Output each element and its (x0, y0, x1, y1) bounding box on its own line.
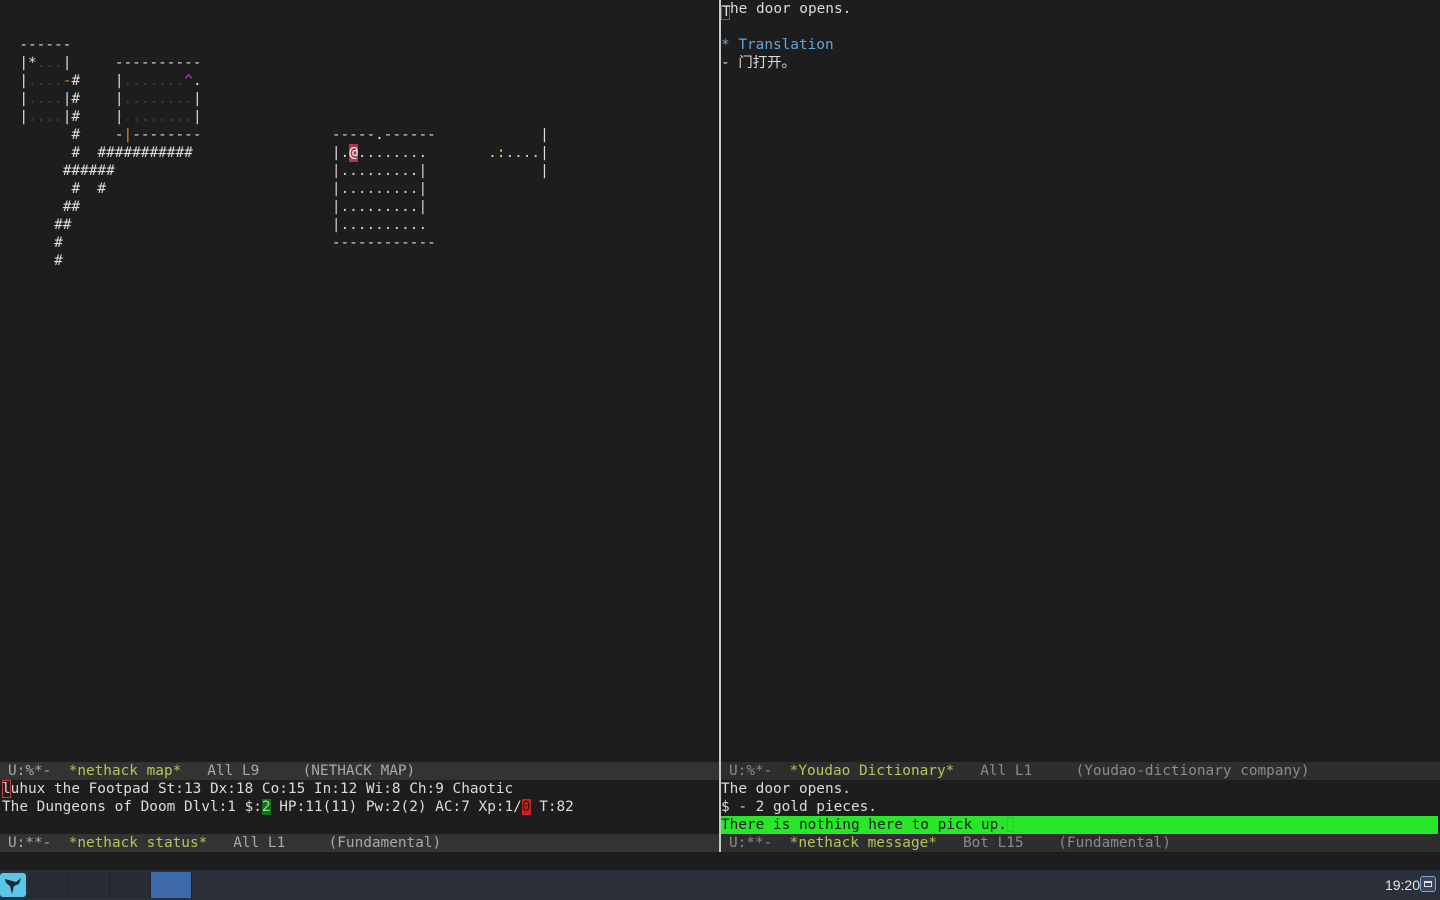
modeline-buffer-name[interactable]: *nethack map* (69, 763, 182, 779)
map-tile-run: |.......... (331, 217, 428, 233)
nethack-map-window[interactable]: ------ |*... | ---------- |.... - # |....... ^. |… (0, 0, 719, 762)
map-tile-run: . (192, 73, 202, 89)
map-tile-run: |.........| (331, 163, 428, 179)
map-tile-run: ........ (357, 145, 428, 161)
workspace-1[interactable] (28, 872, 69, 898)
map-tile-run: ........ (123, 109, 193, 125)
map-tile-run: ## (62, 199, 81, 215)
map-tile-run: # (71, 73, 81, 89)
text-cursor: T (721, 4, 731, 20)
map-tile-run: | (192, 109, 202, 125)
map-tile-run: - (62, 73, 72, 89)
window-icon (1424, 881, 1432, 887)
map-tile-run: # # (71, 181, 107, 197)
modeline-state: U:%*- (729, 763, 790, 779)
dict-query-text: he door opens. (730, 1, 852, 17)
map-tile-run: |# (62, 109, 81, 125)
taskbar (0, 870, 1440, 900)
status-character-stats: uhux the Footpad St:13 Dx:18 Co:15 In:12… (10, 781, 514, 797)
modeline-info: Bot L15 (Fundamental) (936, 835, 1171, 851)
modeline-info: All L1 (Youdao-dictionary company) (954, 763, 1310, 779)
map-tile-run: ------ (19, 37, 72, 53)
text-cursor: l (2, 780, 11, 798)
modeline-state: U:**- (729, 835, 790, 851)
map-tile-run: . (488, 145, 497, 161)
map-tile-run: | (540, 127, 549, 143)
gold-value: 2 (261, 799, 271, 815)
map-tile-run: | (19, 73, 29, 89)
show-desktop-button[interactable] (1420, 876, 1436, 892)
map-tile-run: ... (36, 55, 63, 71)
modeline-buffer-name[interactable]: *nethack status* (69, 835, 208, 851)
map-tile-run: .... (28, 109, 63, 125)
map-tile-run: | (62, 55, 72, 71)
message-highlight-line: There is nothing here to pick up. (721, 816, 1438, 834)
map-tile-run: .... (28, 73, 63, 89)
map-tile-run: -----.------ (331, 127, 436, 143)
map-tile-run: | (19, 91, 29, 107)
map-tile-run: |* (19, 55, 37, 71)
map-tile-run: # (54, 235, 63, 251)
dict-translation: - 门打开。 (721, 55, 796, 71)
text-cursor (1006, 817, 1014, 832)
map-tile-run: | (192, 91, 202, 107)
map-tile-run: ....... (123, 73, 185, 89)
map-tile-run: # (71, 145, 81, 161)
xp-points-value: 0 (521, 799, 531, 815)
modeline-dict[interactable]: U:%*- *Youdao Dictionary* All L1 (Youdao… (721, 762, 1440, 780)
modeline-info: All L9 (NETHACK MAP) (181, 763, 416, 779)
map-tile-run: | (540, 163, 549, 179)
map-tile-run: |. (331, 145, 350, 161)
map-tile-run: .... (28, 91, 63, 107)
nethack-status-window[interactable]: luhux the Footpad St:13 Dx:18 Co:15 In:1… (0, 780, 719, 834)
modeline-map[interactable]: U:%*- *nethack map* All L9 (NETHACK MAP) (0, 762, 719, 780)
workspace-3[interactable] (110, 872, 151, 898)
map-tile-run: : (496, 145, 506, 161)
dict-query-line: The door opens. (721, 0, 851, 20)
map-tile-run: |.........| (331, 199, 428, 215)
map-tile-run: @ (349, 144, 358, 162)
nethack-message-window[interactable]: The door opens. $ - 2 gold pieces. There… (721, 780, 1440, 834)
modeline-buffer-name[interactable]: *Youdao Dictionary* (790, 763, 955, 779)
map-tile-run: | (114, 91, 124, 107)
map-tile-run: ---------- (114, 55, 202, 71)
workspace-4[interactable] (151, 872, 192, 898)
map-tile-run: ###### (62, 163, 115, 179)
map-tile-run: | (19, 109, 29, 125)
map-tile-run: ------------ (331, 235, 436, 251)
map-tile-run: ########### (97, 145, 193, 161)
message-line: The door opens. (721, 781, 851, 797)
modeline-state: U:%*- (8, 763, 69, 779)
map-tile-run: | (540, 145, 549, 161)
modeline-message[interactable]: U:**- *nethack message* Bot L15 (Fundame… (721, 834, 1440, 852)
map-tile-run: |# (62, 91, 81, 107)
workspace-2[interactable] (69, 872, 110, 898)
clock[interactable]: 19:20 (1364, 870, 1420, 900)
modeline-state: U:**- (8, 835, 69, 851)
bird-icon (5, 878, 21, 894)
status-line-1: luhux the Footpad St:13 Dx:18 Co:15 In:1… (2, 780, 513, 798)
start-menu-button[interactable] (0, 873, 26, 897)
map-tile-run: ........ (123, 91, 193, 107)
status-line-2: The Dungeons of Doom Dlvl:1 $:2 HP:11(11… (2, 799, 574, 815)
map-tile-run: # (71, 127, 81, 143)
youdao-dictionary-window[interactable]: The door opens. * Translation - 门打开。 (721, 0, 1440, 762)
map-tile-run: ^ (184, 73, 193, 89)
map-tile-run: -------- (132, 127, 202, 143)
map-tile-run: .... (505, 145, 541, 161)
modeline-status[interactable]: U:**- *nethack status* All L1 (Fundament… (0, 834, 719, 852)
map-tile-run: |.........| (331, 181, 428, 197)
modeline-info: All L1 (Fundamental) (207, 835, 442, 851)
echo-area[interactable] (0, 852, 1440, 870)
modeline-buffer-name[interactable]: *nethack message* (790, 835, 937, 851)
map-tile-run: - (114, 127, 124, 143)
map-tile-run: | (123, 127, 133, 143)
map-tile-run: | (114, 109, 124, 125)
map-tile-run: | (114, 73, 124, 89)
map-tile-run: ## (54, 217, 72, 233)
map-tile-run: # (54, 253, 63, 269)
message-line: $ - 2 gold pieces. (721, 799, 877, 815)
dict-heading: * Translation (721, 37, 834, 53)
